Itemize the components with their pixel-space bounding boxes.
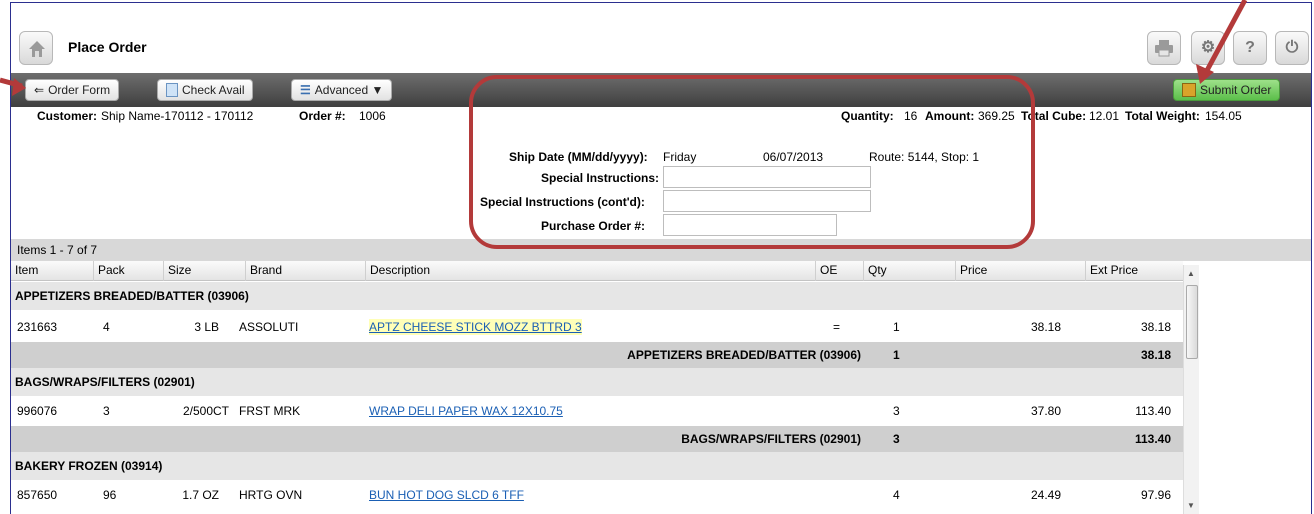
arrow-head-left xyxy=(12,78,26,96)
annotation-arrows xyxy=(0,0,1248,96)
